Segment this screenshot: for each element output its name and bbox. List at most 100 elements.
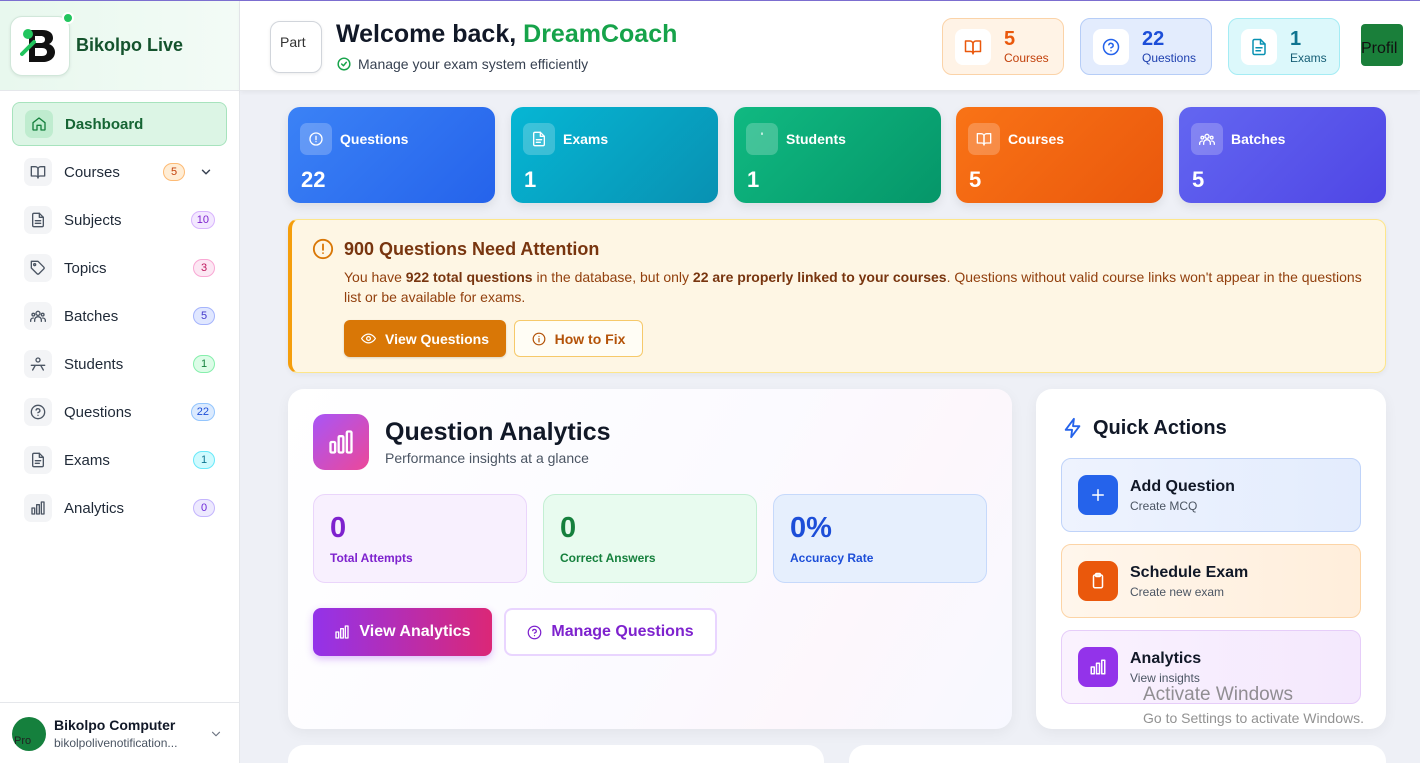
sidebar-item-label: Students bbox=[64, 355, 124, 373]
subjects-count-badge: 10 bbox=[190, 211, 215, 229]
add-question-action[interactable]: Add Question Create MCQ bbox=[1061, 458, 1361, 532]
analytics-title: Question Analytics bbox=[385, 418, 611, 446]
metric-value: 0 bbox=[330, 512, 347, 544]
alert-text-part: in the database, but only bbox=[532, 269, 693, 285]
quick-actions-title: Quick Actions bbox=[1093, 417, 1227, 439]
sidebar-item-dashboard[interactable]: Dashboard bbox=[12, 102, 227, 146]
sidebar-nav: Dashboard Courses 5 Subjects 10 Topics 3… bbox=[0, 91, 239, 530]
sidebar-item-label: Analytics bbox=[64, 499, 125, 517]
sidebar-item-students[interactable]: Students 1 bbox=[12, 342, 227, 386]
button-label: How to Fix bbox=[554, 330, 626, 347]
action-title: Analytics bbox=[1130, 649, 1202, 667]
view-questions-button[interactable]: View Questions bbox=[344, 320, 506, 357]
stat-card-batches[interactable]: Batches 5 bbox=[1179, 107, 1386, 203]
book-open-icon bbox=[24, 158, 52, 186]
attention-alert: 900 Questions Need Attention You have 92… bbox=[288, 219, 1386, 373]
bar-chart-icon bbox=[1078, 647, 1118, 687]
plus-icon bbox=[1078, 475, 1118, 515]
home-icon bbox=[25, 110, 53, 138]
book-open-icon bbox=[968, 123, 1000, 155]
sidebar-item-batches[interactable]: Batches 5 bbox=[12, 294, 227, 338]
sidebar-item-topics[interactable]: Topics 3 bbox=[12, 246, 227, 290]
stat-card-questions[interactable]: Questions 22 bbox=[288, 107, 495, 203]
stat-label: Batches bbox=[1231, 131, 1286, 147]
view-analytics-button[interactable]: View Analytics bbox=[313, 608, 492, 656]
sidebar-item-label: Courses bbox=[64, 163, 120, 181]
page-title: Welcome back, DreamCoach bbox=[336, 20, 677, 49]
sidebar-item-questions[interactable]: Questions 22 bbox=[12, 390, 227, 434]
stat-value: 1 bbox=[747, 167, 760, 192]
brand-logo bbox=[10, 11, 74, 76]
sidebar: Bikolpo Live Dashboard Courses 5 Subject… bbox=[0, 1, 240, 763]
batches-count-badge: 5 bbox=[193, 307, 215, 325]
stat-value: 1 bbox=[524, 167, 537, 192]
users-group-icon bbox=[24, 302, 52, 330]
stat-label: Exams bbox=[563, 131, 609, 147]
bar-chart-icon bbox=[335, 625, 350, 639]
stat-card-courses[interactable]: Courses 5 bbox=[956, 107, 1163, 203]
action-title: Add Question bbox=[1130, 477, 1235, 495]
student-icon bbox=[746, 123, 778, 155]
questions-summary-pill[interactable]: 22 Questions bbox=[1080, 18, 1212, 75]
alert-message: You have 922 total questions in the data… bbox=[344, 267, 1364, 307]
partner-logo-alt: Part bbox=[280, 34, 306, 50]
metric-label: Correct Answers bbox=[560, 551, 656, 565]
sidebar-item-exams[interactable]: Exams 1 bbox=[12, 438, 227, 482]
clipboard-icon bbox=[1078, 561, 1118, 601]
analytics-action[interactable]: Analytics View insights bbox=[1061, 630, 1361, 704]
stat-card-students[interactable]: Students 1 bbox=[734, 107, 941, 203]
schedule-exam-action[interactable]: Schedule Exam Create new exam bbox=[1061, 544, 1361, 618]
alert-total-questions: 922 total questions bbox=[405, 269, 533, 285]
quick-actions-card: Quick Actions Add Question Create MCQ Sch… bbox=[1036, 389, 1386, 729]
document-icon bbox=[24, 446, 52, 474]
courses-count: 5 bbox=[1004, 27, 1016, 50]
action-desc: View insights bbox=[1130, 670, 1200, 685]
sidebar-item-subjects[interactable]: Subjects 10 bbox=[12, 198, 227, 242]
stat-value: 5 bbox=[969, 167, 982, 192]
chevron-down-icon[interactable] bbox=[209, 727, 223, 741]
sidebar-item-label: Batches bbox=[64, 307, 119, 325]
sidebar-item-label: Topics bbox=[64, 259, 107, 277]
partner-logo: Part bbox=[270, 21, 322, 73]
sidebar-item-label: Exams bbox=[64, 451, 110, 469]
lightning-icon bbox=[1062, 417, 1084, 439]
metric-accuracy-rate: 0% Accuracy Rate bbox=[773, 494, 987, 583]
chevron-down-icon[interactable] bbox=[199, 165, 213, 179]
action-title: Schedule Exam bbox=[1130, 563, 1249, 581]
profile-avatar[interactable]: Profil bbox=[1361, 24, 1403, 66]
brand-name: Bikolpo Live bbox=[76, 35, 184, 55]
analytics-subtitle: Performance insights at a glance bbox=[385, 450, 589, 466]
metric-total-attempts: 0 Total Attempts bbox=[313, 494, 527, 583]
student-icon bbox=[24, 350, 52, 378]
document-icon bbox=[523, 123, 555, 155]
how-to-fix-button[interactable]: How to Fix bbox=[514, 320, 643, 357]
exams-summary-pill[interactable]: 1 Exams bbox=[1228, 18, 1340, 75]
help-circle-icon bbox=[528, 625, 542, 639]
book-open-icon bbox=[955, 28, 991, 65]
questions-label: Questions bbox=[1142, 50, 1197, 65]
stat-card-exams[interactable]: Exams 1 bbox=[511, 107, 718, 203]
eye-icon bbox=[361, 333, 376, 344]
user-name: Bikolpo Computer bbox=[54, 717, 176, 733]
exams-count-badge: 1 bbox=[193, 451, 215, 469]
questions-count: 22 bbox=[1142, 27, 1165, 50]
courses-summary-pill[interactable]: 5 Courses bbox=[942, 18, 1064, 75]
alert-linked-questions: 22 are properly linked to your courses bbox=[692, 269, 947, 285]
manage-questions-button[interactable]: Manage Questions bbox=[504, 608, 717, 656]
sidebar-item-courses[interactable]: Courses 5 bbox=[12, 150, 227, 194]
stat-label: Students bbox=[786, 131, 846, 147]
metric-value: 0 bbox=[560, 512, 577, 544]
sidebar-item-analytics[interactable]: Analytics 0 bbox=[12, 486, 227, 530]
metric-value: 0% bbox=[790, 512, 832, 544]
welcome-text: Welcome back, bbox=[336, 20, 517, 48]
user-menu[interactable]: Pro Bikolpo Computer bikolpolivenotifica… bbox=[0, 702, 239, 763]
brand[interactable]: Bikolpo Live bbox=[0, 1, 239, 91]
stat-value: 5 bbox=[1192, 167, 1205, 192]
students-count-badge: 1 bbox=[193, 355, 215, 373]
sidebar-item-label: Questions bbox=[64, 403, 132, 421]
metric-correct-answers: 0 Correct Answers bbox=[543, 494, 757, 583]
next-card-left bbox=[288, 745, 824, 763]
avatar: Pro bbox=[12, 716, 46, 751]
coach-name: DreamCoach bbox=[523, 20, 678, 48]
online-indicator bbox=[62, 11, 74, 24]
